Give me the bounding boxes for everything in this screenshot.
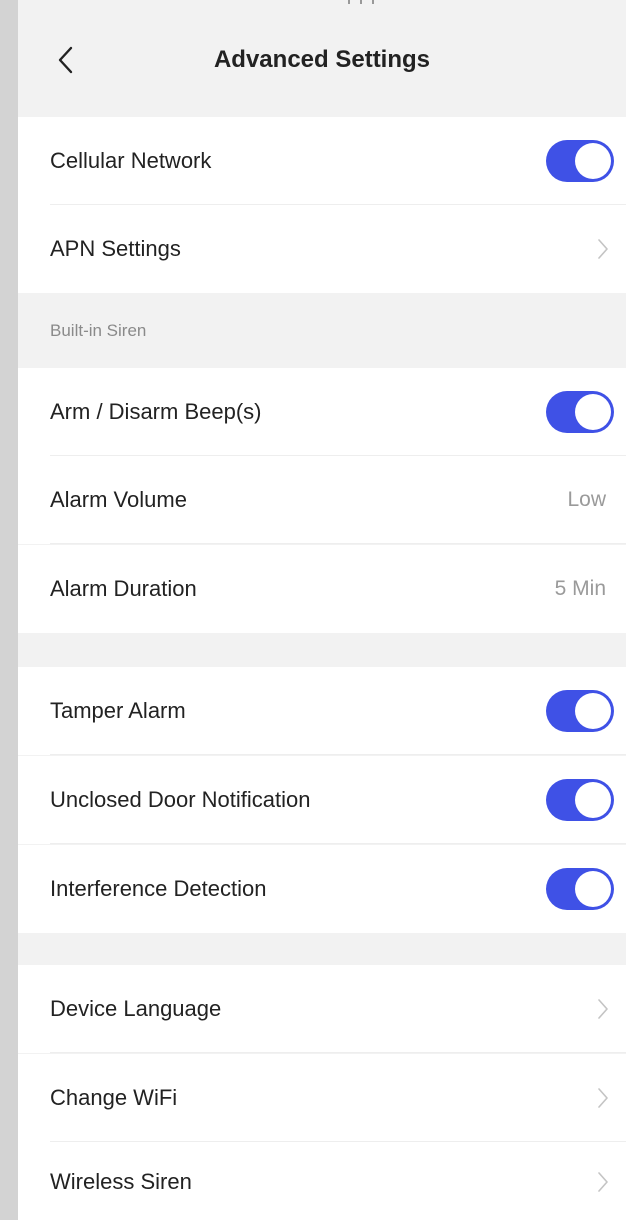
interference-detection-toggle[interactable] (546, 868, 614, 910)
section-header-label: Built-in Siren (50, 321, 147, 340)
row-unclosed-door-notification[interactable]: Unclosed Door Notification (18, 756, 626, 844)
row-apn-settings[interactable]: APN Settings (18, 205, 626, 293)
section-header-built-in-siren: Built-in Siren (18, 293, 626, 368)
chevron-right-icon (598, 1172, 608, 1192)
divider (50, 1052, 626, 1053)
row-label: Change WiFi (50, 1085, 178, 1110)
page-title: Advanced Settings (213, 46, 431, 73)
toggle-knob (575, 143, 611, 179)
alarm-volume-value: Low (567, 488, 606, 511)
divider (50, 843, 626, 844)
row-wireless-siren[interactable]: Wireless Siren (18, 1142, 626, 1220)
row-tamper-alarm[interactable]: Tamper Alarm (18, 667, 626, 755)
divider (50, 754, 626, 755)
row-label: Wireless Siren (50, 1169, 192, 1194)
row-change-wifi[interactable]: Change WiFi (18, 1054, 626, 1142)
toggle-knob (575, 394, 611, 430)
toggle-knob (575, 782, 611, 818)
section-spacer (18, 103, 626, 117)
row-device-language[interactable]: Device Language (18, 965, 626, 1053)
section-spacer (18, 933, 626, 965)
row-alarm-volume[interactable]: Alarm Volume Low (18, 456, 626, 544)
row-label: Arm / Disarm Beep(s) (50, 399, 262, 424)
row-label: Cellular Network (50, 148, 212, 173)
row-interference-detection[interactable]: Interference Detection (18, 845, 626, 933)
row-label: Interference Detection (50, 876, 267, 901)
toggle-knob (575, 871, 611, 907)
row-label: Tamper Alarm (50, 698, 186, 723)
row-cellular-network[interactable]: Cellular Network (18, 117, 626, 205)
cellular-network-toggle[interactable] (546, 140, 614, 182)
settings-screen: Advanced Settings Cellular Network APN S… (18, 0, 626, 1220)
chevron-right-icon (598, 239, 608, 259)
chevron-right-icon (598, 1088, 608, 1108)
chevron-right-icon (598, 999, 608, 1019)
row-arm-disarm-beeps[interactable]: Arm / Disarm Beep(s) (18, 368, 626, 456)
nav-bar: Advanced Settings (18, 0, 626, 103)
row-label: Alarm Duration (50, 576, 197, 601)
unclosed-door-notification-toggle[interactable] (546, 779, 614, 821)
row-label: Alarm Volume (50, 487, 187, 512)
alarm-duration-value: 5 Min (554, 577, 606, 600)
divider (50, 543, 626, 544)
row-alarm-duration[interactable]: Alarm Duration 5 Min (18, 545, 626, 633)
row-label: APN Settings (50, 236, 181, 261)
toggle-knob (575, 693, 611, 729)
section-spacer (18, 633, 626, 667)
row-label: Device Language (50, 996, 222, 1021)
row-label: Unclosed Door Notification (50, 787, 311, 812)
status-bar-fragment (348, 0, 388, 6)
arm-disarm-beeps-toggle[interactable] (546, 391, 614, 433)
tamper-alarm-toggle[interactable] (546, 690, 614, 732)
